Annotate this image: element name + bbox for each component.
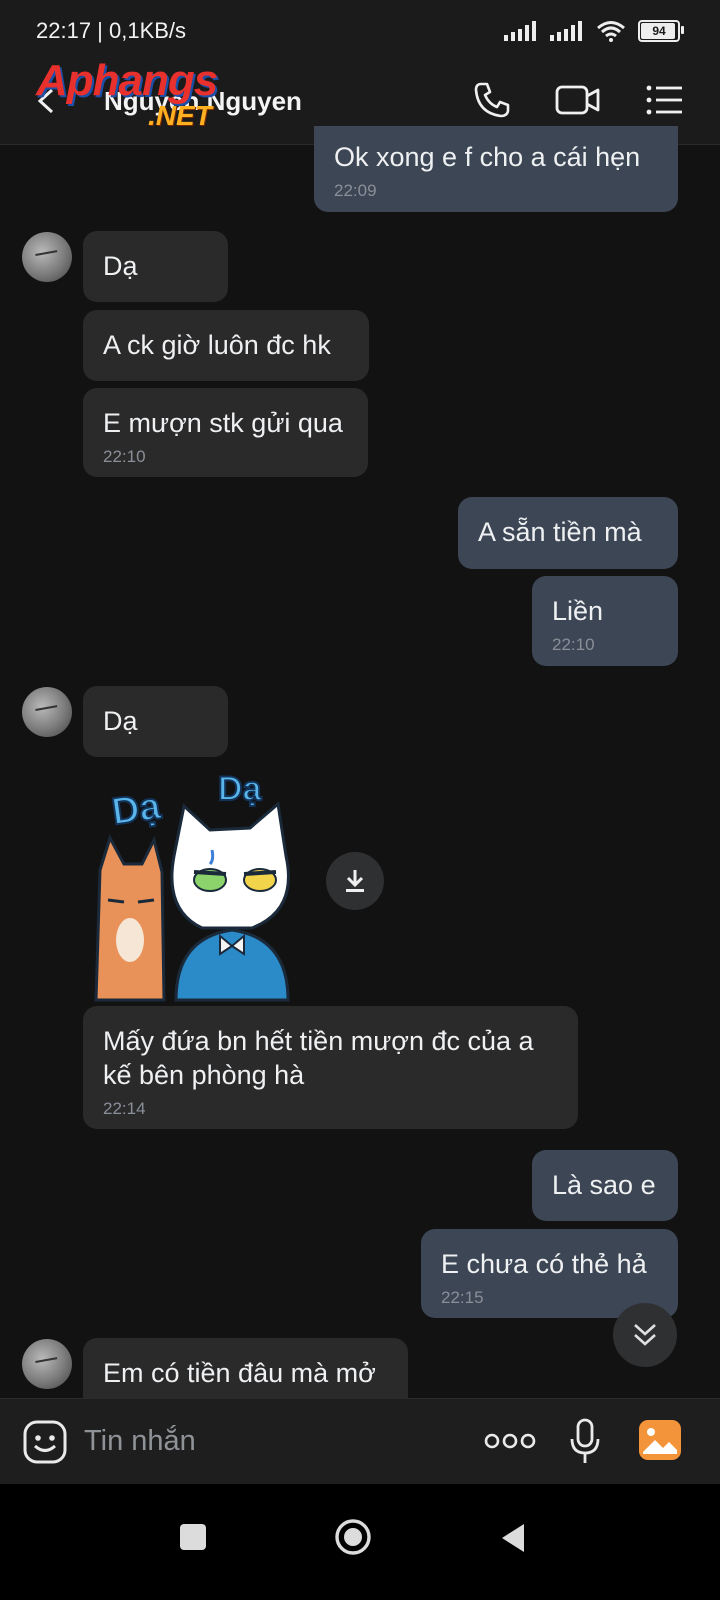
message-time: 22:10 xyxy=(552,635,595,654)
message-outgoing[interactable]: Ok xong e f cho a cái hẹn 22:09 xyxy=(314,126,678,212)
sticker-label-left: Dạ xyxy=(109,785,164,833)
sticker-label-right: Dạ xyxy=(218,770,263,808)
message-outgoing[interactable]: Là sao e xyxy=(532,1150,678,1221)
message-text: Dạ xyxy=(103,251,138,281)
message-incoming[interactable]: A ck giờ luôn đc hk xyxy=(83,310,369,381)
system-nav-bar xyxy=(0,1484,720,1600)
message-text: Dạ xyxy=(103,706,138,736)
watermark-logo: Aphangs .NET xyxy=(36,56,266,136)
battery-level: 94 xyxy=(652,24,666,38)
message-incoming[interactable]: Dạ xyxy=(83,686,228,757)
message-time: 22:14 xyxy=(103,1099,146,1118)
message-text: Liền xyxy=(552,596,604,626)
emoji-icon[interactable] xyxy=(22,1419,68,1465)
scroll-down-button[interactable] xyxy=(613,1303,677,1367)
message-text: E mượn stk gửi qua xyxy=(103,408,343,438)
avatar[interactable] xyxy=(22,687,72,737)
signal-icon xyxy=(504,21,536,41)
message-incoming[interactable]: E mượn stk gửi qua 22:10 xyxy=(83,388,368,477)
message-time: 22:10 xyxy=(103,447,146,466)
message-time: 22:09 xyxy=(334,181,377,200)
list-menu-icon[interactable] xyxy=(644,80,684,120)
message-incoming[interactable]: Dạ xyxy=(83,231,228,302)
message-incoming[interactable]: Mấy đứa bn hết tiền mượn đc của a kế bên… xyxy=(83,1006,578,1129)
message-outgoing[interactable]: A sẵn tiền mà xyxy=(458,497,678,569)
gallery-icon[interactable] xyxy=(637,1418,683,1462)
more-dots-icon[interactable] xyxy=(484,1431,536,1451)
message-outgoing[interactable]: Liền 22:10 xyxy=(532,576,678,666)
avatar[interactable] xyxy=(22,1339,72,1389)
message-text: Mấy đứa bn hết tiền mượn đc của a kế bên… xyxy=(103,1026,534,1090)
message-input[interactable]: Tin nhắn xyxy=(84,1425,196,1458)
status-time: 22:17 | 0,1KB/s xyxy=(36,18,187,43)
battery-icon: 94 xyxy=(638,20,684,42)
phone-icon[interactable] xyxy=(472,80,512,120)
avatar[interactable] xyxy=(22,232,72,282)
home-button[interactable] xyxy=(334,1518,372,1556)
scroll-down-icon xyxy=(634,1324,656,1346)
message-text: A sẵn tiền mà xyxy=(478,517,642,547)
watermark-suffix: .NET xyxy=(148,100,212,131)
message-text: Em có tiền đâu mà mở xyxy=(103,1358,376,1388)
message-text: A ck giờ luôn đc hk xyxy=(103,330,331,360)
message-incoming[interactable]: Em có tiền đâu mà mở xyxy=(83,1338,408,1398)
message-time: 22:15 xyxy=(441,1288,484,1307)
status-icons: 94 xyxy=(504,20,684,42)
message-text: Ok xong e f cho a cái hẹn xyxy=(334,142,641,172)
recent-apps-button[interactable] xyxy=(180,1524,206,1550)
watermark-text: Aphangs xyxy=(36,56,218,105)
microphone-icon[interactable] xyxy=(568,1417,602,1467)
video-call-icon[interactable] xyxy=(554,80,602,120)
message-input-bar: Tin nhắn xyxy=(0,1398,720,1485)
download-icon xyxy=(346,870,364,892)
message-text: Là sao e xyxy=(552,1170,656,1200)
wifi-icon xyxy=(597,21,625,42)
sticker-image[interactable]: Dạ Dạ xyxy=(92,760,322,1002)
message-text: E chưa có thẻ hả xyxy=(441,1249,647,1279)
status-bar: 22:17 | 0,1KB/s 94 xyxy=(0,0,720,56)
back-nav-button[interactable] xyxy=(498,1522,526,1554)
download-button[interactable] xyxy=(326,852,384,910)
signal-icon-2 xyxy=(550,21,582,41)
